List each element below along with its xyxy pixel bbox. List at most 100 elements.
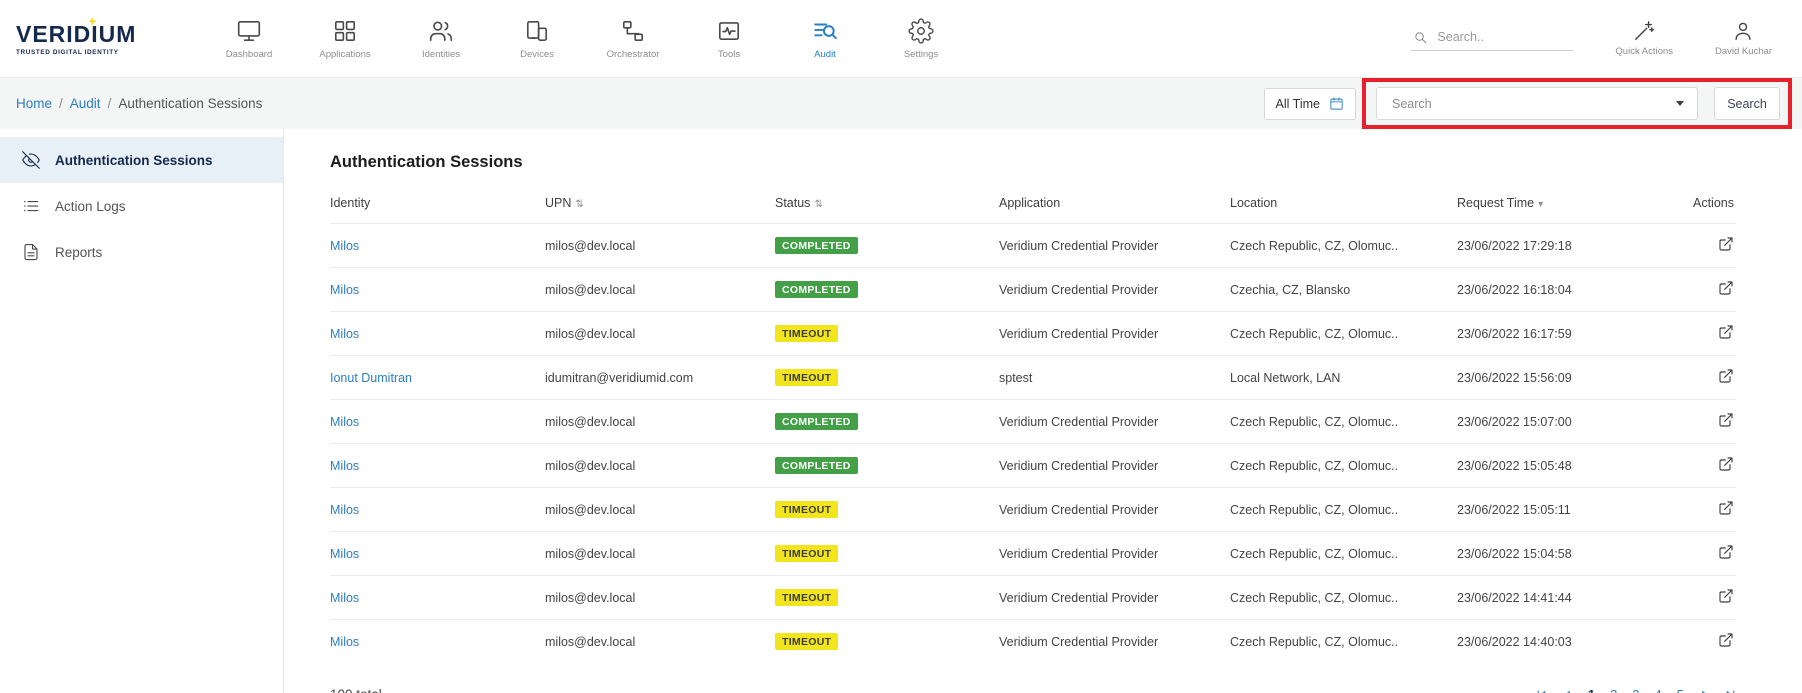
identity-link[interactable]: Milos [330,283,359,297]
search-icon [1413,30,1428,45]
devices-icon [524,18,550,44]
table-footer: 100 total 1 2 3 4 5 [330,687,1736,693]
total-count: 100 total [330,687,382,693]
brand-spark-icon [88,17,97,26]
breadcrumb-separator: / [59,96,63,111]
application-cell: Veridium Credential Provider [999,532,1230,576]
user-menu[interactable]: David Kuchar [1715,20,1772,57]
application-cell: Veridium Credential Provider [999,312,1230,356]
column-header-upn[interactable]: UPN⇅ [545,187,775,224]
header-tools: Quick Actions David Kuchar [1411,20,1772,57]
identity-link[interactable]: Milos [330,547,359,561]
breadcrumb-home[interactable]: Home [16,96,52,111]
sort-icon: ⇅ [575,199,583,210]
nav-item-tools[interactable]: Tools [698,18,760,60]
calendar-icon [1329,96,1344,111]
page-button-1[interactable]: 1 [1588,687,1595,693]
identity-link[interactable]: Milos [330,415,359,429]
identity-cell: Milos [330,444,545,488]
open-session-icon[interactable] [1718,456,1734,472]
open-session-icon[interactable] [1718,544,1734,560]
nav-label: Tools [718,49,740,60]
sidebar-item-reports[interactable]: Reports [0,229,283,275]
column-header-location: Location [1230,187,1457,224]
identity-link[interactable]: Milos [330,635,359,649]
identity-link[interactable]: Ionut Dumitran [330,371,412,385]
table-header-row: Identity UPN⇅ Status⇅ Application Locati… [330,187,1736,224]
prev-page-button[interactable] [1562,689,1573,693]
page-button-5[interactable]: 5 [1677,687,1684,693]
status-cell: TIMEOUT [775,532,999,576]
nav-label: Audit [814,49,836,60]
sort-icon: ⇅ [814,199,822,210]
actions-cell [1683,532,1736,576]
column-header-actions: Actions [1683,187,1736,224]
audit-icon [812,18,838,44]
page-button-2[interactable]: 2 [1610,687,1617,693]
table-row: Ionut Dumitran idumitran@veridiumid.com … [330,356,1736,400]
nav-item-settings[interactable]: Settings [890,18,952,60]
request-time-cell: 23/06/2022 16:18:04 [1457,268,1683,312]
upn-cell: idumitran@veridiumid.com [545,356,775,400]
actions-cell [1683,620,1736,664]
sidebar-item-action-logs[interactable]: Action Logs [0,183,283,229]
open-session-icon[interactable] [1718,632,1734,648]
status-badge: COMPLETED [775,281,858,299]
nav-item-applications[interactable]: Applications [314,18,376,60]
sidebar-item-label: Action Logs [55,199,126,214]
first-page-button[interactable] [1536,689,1547,693]
nav-item-audit[interactable]: Audit [794,18,856,60]
user-icon [1732,20,1754,42]
nav-item-devices[interactable]: Devices [506,18,568,60]
status-cell: COMPLETED [775,400,999,444]
breadcrumb-bar: Home / Audit / Authentication Sessions A… [0,78,1802,129]
nav-item-orchestrator[interactable]: Orchestrator [602,18,664,60]
last-page-button[interactable] [1725,689,1736,693]
breadcrumb-audit[interactable]: Audit [70,96,101,111]
brand-logo[interactable]: VERIDIUM TRUSTED DIGITAL IDENTITY [16,21,166,56]
quick-actions-button[interactable]: Quick Actions [1615,20,1673,57]
location-cell: Local Network, LAN [1230,356,1457,400]
open-session-icon[interactable] [1718,236,1734,252]
request-time-cell: 23/06/2022 15:04:58 [1457,532,1683,576]
nav-item-identities[interactable]: Identities [410,18,472,60]
identity-link[interactable]: Milos [330,327,359,341]
application-cell: Veridium Credential Provider [999,576,1230,620]
chevron-down-icon [1676,101,1684,106]
upn-cell: milos@dev.local [545,444,775,488]
column-header-request-time[interactable]: Request Time▾ [1457,187,1683,224]
open-session-icon[interactable] [1718,500,1734,516]
open-session-icon[interactable] [1718,324,1734,340]
page-button-3[interactable]: 3 [1632,687,1639,693]
next-page-button[interactable] [1699,689,1710,693]
time-range-button[interactable]: All Time [1264,88,1356,120]
identity-link[interactable]: Milos [330,503,359,517]
global-search-input[interactable] [1437,30,1562,44]
status-badge: COMPLETED [775,413,858,431]
open-session-icon[interactable] [1718,588,1734,604]
column-header-status[interactable]: Status⇅ [775,187,999,224]
audit-search-placeholder: Search [1392,97,1432,111]
location-cell: Czech Republic, CZ, Olomuc.. [1230,312,1457,356]
nav-label: Dashboard [226,49,272,60]
identity-link[interactable]: Milos [330,459,359,473]
audit-search-select[interactable]: Search [1376,87,1698,120]
nav-item-dashboard[interactable]: Dashboard [218,18,280,60]
filter-controls: All Time Search Search [1264,87,1780,120]
open-session-icon[interactable] [1718,280,1734,296]
identity-link[interactable]: Milos [330,591,359,605]
sidebar-item-authentication-sessions[interactable]: Authentication Sessions [0,137,283,183]
open-session-icon[interactable] [1718,412,1734,428]
open-session-icon[interactable] [1718,368,1734,384]
status-badge: TIMEOUT [775,369,838,387]
identity-link[interactable]: Milos [330,239,359,253]
location-cell: Czech Republic, CZ, Olomuc.. [1230,224,1457,268]
quick-actions-label: Quick Actions [1615,46,1673,57]
request-time-cell: 23/06/2022 14:40:03 [1457,620,1683,664]
sort-icon: ▾ [1538,199,1543,210]
page-button-4[interactable]: 4 [1655,687,1662,693]
nav-label: Identities [422,49,460,60]
status-badge: TIMEOUT [775,589,838,607]
table-row: Milos milos@dev.local COMPLETED Veridium… [330,224,1736,268]
search-button[interactable]: Search [1714,87,1780,120]
